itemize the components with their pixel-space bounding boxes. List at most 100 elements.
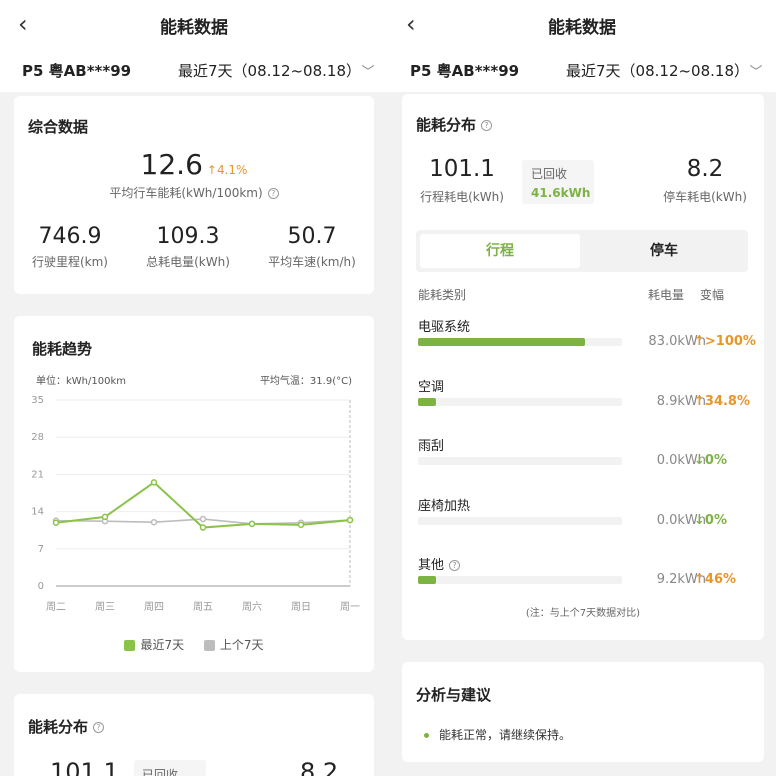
usage-bar [418,338,622,346]
legend-previous-label: 上个7天 [219,638,264,652]
category-name: 电驱系统 [418,316,470,335]
stat-label: 平均车速(km/h) [268,255,356,269]
legend-current[interactable]: 最近7天 [124,638,184,652]
x-tick-label: 周六 [242,601,262,613]
recovered-box: 已回收 [134,760,206,776]
category-change-value: 0% [704,453,727,468]
data-point-current [248,520,256,528]
category-change-value: 46% [704,572,737,587]
avg-consumption: 12.6 ↑4.1% [14,148,374,181]
vehicle-selector[interactable]: P5 粤AB***99 [22,60,131,81]
category-change: ↑34.8% [694,394,750,409]
usage-bar [418,398,622,406]
help-icon[interactable]: ? [449,560,461,571]
x-tick-label: 周二 [46,601,66,613]
date-range-selector[interactable]: 最近7天（08.12~08.18） ﹀ [178,60,375,81]
up-arrow-icon: ↑ [694,334,705,349]
driving-consumption: 101.1 行程耗电(kWh) [404,156,520,205]
y-tick-label: 0 [38,581,44,592]
driving-label: 行程耗电(kWh) [420,190,504,204]
usage-bar [418,517,622,525]
category-name: 座椅加热 [418,495,470,514]
x-tick-label: 周四 [144,601,164,613]
usage-bar-fill [418,398,437,406]
tab-parking[interactable]: 停车 [584,234,744,268]
vehicle-selector[interactable]: P5 粤AB***99 [410,60,519,81]
trend-chart: 35 28 21 14 7 0周二 周三 周四 周五 周六 周日 周一 [31,395,360,613]
driving-value: 101.1 [429,156,495,182]
bullet-icon [424,733,429,738]
driving-value: 101.1 [50,758,119,776]
date-range-selector[interactable]: 最近7天（08.12~08.18） ﹀ [566,60,763,81]
category-change-value: 0% [704,513,727,528]
data-point-current [52,519,60,527]
distribution-title: 能耗分布? [416,114,493,135]
avg-label: 平均行车能耗(kWh/100km) [109,186,263,200]
column-category: 能耗类别 [418,288,467,302]
y-tick-label: 21 [31,469,44,480]
data-point-current [150,479,158,486]
x-tick-label: 周一 [340,601,360,613]
avg-change: ↑4.1% [207,163,248,177]
avg-change-value: 4.1% [216,163,248,177]
analysis-title: 分析与建议 [416,686,492,704]
stat-mileage: 746.9 行驶里程(km) [20,224,120,270]
stat-value: 746.9 [38,224,102,249]
avg-value: 12.6 [140,148,203,181]
parking-label: 停车耗电(kWh) [663,190,747,204]
up-arrow-icon: ↑ [694,572,705,587]
usage-bar [418,576,622,584]
date-range-label: 最近7天（08.12~08.18） [566,62,742,80]
usage-bar-fill [418,576,437,584]
usage-bar-fill [418,338,586,346]
parking-value: 8.2 [686,156,724,182]
distribution-card: 能耗分布? 101.1 行程耗电(kWh) 已回收 41.6kWh 8.2 停车… [402,94,764,640]
help-icon[interactable]: ? [93,722,105,733]
tab-driving[interactable]: 行程 [420,234,580,268]
summary-title: 综合数据 [28,118,89,136]
analysis-item: 能耗正常，请继续保持。 [424,726,571,743]
distribution-title: 能耗分布? [28,716,105,737]
data-point-previous [199,515,207,523]
help-icon[interactable]: ? [267,188,279,199]
help-icon[interactable]: ? [481,120,493,131]
category-name-text: 座椅加热 [418,499,471,514]
down-arrow-icon: ↓ [694,513,705,528]
category-change: ↑46% [694,572,736,587]
analysis-text: 能耗正常，请继续保持。 [439,728,572,742]
summary-card: 综合数据 12.6 ↑4.1% 平均行车能耗(kWh/100km)? 746.9 … [14,96,374,294]
category-change-value: >100% [704,334,756,349]
column-change: 变幅 [700,288,725,302]
x-tick-label: 周三 [95,601,115,613]
data-point-current [101,513,109,521]
page-title: 能耗数据 [548,18,616,38]
recovered-label: 已回收 [531,167,568,181]
category-change: ↓0% [694,513,727,528]
recovered-value: 41.6kWh [531,186,591,200]
parking-value: 8.2 [300,758,339,776]
chevron-down-icon: ﹀ [361,65,375,80]
y-tick-label: 7 [38,544,44,555]
comparison-note: (注：与上个7天数据对比) [525,608,641,619]
y-tick-label: 35 [31,395,44,406]
x-tick-label: 周日 [291,601,311,613]
header: ‹ 能耗数据 P5 粤AB***99 最近7天（08.12~08.18） ﹀ [388,0,776,92]
legend-previous[interactable]: 上个7天 [203,638,264,652]
tab-bar: 行程 停车 [416,230,748,272]
legend-swatch-previous [203,640,215,651]
header: ‹ 能耗数据 P5 粤AB***99 最近7天（08.12~08.18） ﹀ [0,0,388,92]
category-name-text: 电驱系统 [418,320,471,335]
trend-legend: 最近7天 上个7天 [14,636,374,653]
chevron-down-icon: ﹀ [749,65,763,80]
category-name: 其他? [418,554,461,573]
right-screen: ‹ 能耗数据 P5 粤AB***99 最近7天（08.12~08.18） ﹀ 能耗… [388,0,776,776]
category-name-text: 空调 [418,380,445,395]
category-change: ↑>100% [694,334,756,349]
usage-bar [418,457,622,465]
data-point-current [297,521,305,529]
distribution-card-peek: 能耗分布? 101.1 已回收 8.2 [14,694,374,776]
left-screen: ‹ 能耗数据 P5 粤AB***99 最近7天（08.12~08.18） ﹀ 综合… [0,0,388,776]
stat-label: 行驶里程(km) [31,255,108,269]
down-arrow-icon: ↓ [694,453,705,468]
recovered-box: 已回收 41.6kWh [522,160,594,204]
